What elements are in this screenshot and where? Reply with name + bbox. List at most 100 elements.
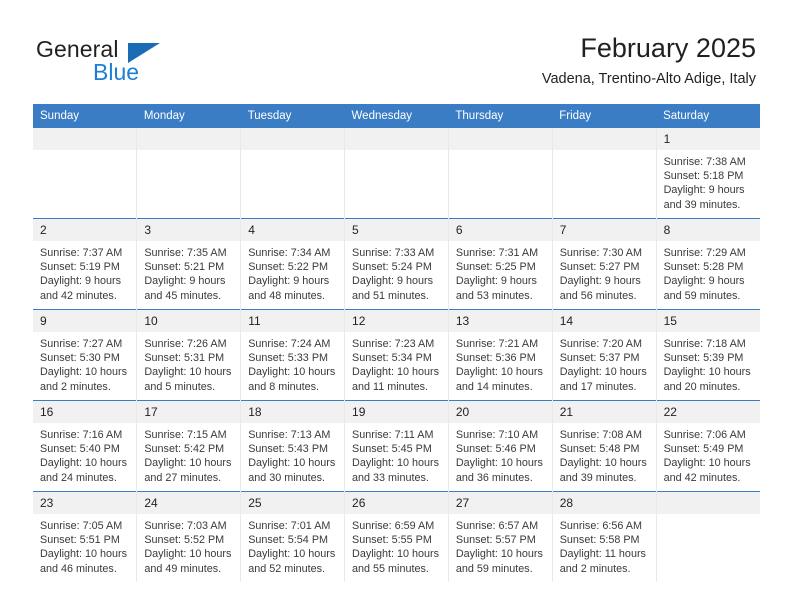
calendar-day-cell[interactable]: 13 Sunrise: 7:21 AM Sunset: 5:36 PM Dayligh… [447, 309, 553, 401]
day-details: Sunrise: 7:20 AM Sunset: 5:37 PM Daylight:… [553, 332, 656, 394]
sunset-text: Sunset: 5:42 PM [144, 443, 225, 456]
calendar-day-cell[interactable]: 26 Sunrise: 6:59 AM Sunset: 5:55 PM Dayligh… [344, 491, 449, 582]
weekday-header-wednesday: Wednesday [344, 104, 449, 128]
sunset-text: Sunset: 5:25 PM [455, 261, 536, 274]
weekday-header-sunday: Sunday [33, 104, 137, 128]
calendar-day-cell[interactable]: 4 Sunrise: 7:34 AM Sunset: 5:22 PM Daylight… [240, 218, 345, 310]
calendar-day-cell[interactable]: 18 Sunrise: 7:13 AM Sunset: 5:43 PM Dayligh… [240, 400, 345, 492]
sunrise-text: Sunrise: 7:33 AM [352, 247, 435, 259]
day-number: 25 [241, 492, 345, 514]
day-number [33, 128, 137, 150]
calendar-table: Sunday Monday Tuesday Wednesday Thursday Frid… [33, 104, 760, 582]
weekday-header-friday: Friday [552, 104, 657, 128]
daylight-text: Daylight: 10 hours and 27 minutes. [144, 457, 232, 484]
calendar-day-cell[interactable]: 21 Sunrise: 7:08 AM Sunset: 5:48 PM Dayligh… [551, 400, 657, 492]
day-details: Sunrise: 7:16 AM Sunset: 5:40 PM Daylight:… [33, 423, 136, 485]
calendar-day-cell[interactable]: 27 Sunrise: 6:57 AM Sunset: 5:57 PM Dayligh… [447, 491, 553, 582]
day-details: Sunrise: 7:08 AM Sunset: 5:48 PM Daylight:… [553, 423, 656, 485]
day-number: 22 [656, 401, 760, 423]
calendar-day-cell[interactable]: 22 Sunrise: 7:06 AM Sunset: 5:49 PM Dayligh… [655, 400, 760, 492]
calendar-day-cell[interactable]: 8 Sunrise: 7:29 AM Sunset: 5:28 PM Daylight… [655, 218, 760, 310]
day-details: Sunrise: 7:24 AM Sunset: 5:33 PM Daylight:… [241, 332, 344, 394]
day-number: 17 [137, 401, 241, 423]
sunset-text: Sunset: 5:51 PM [40, 534, 120, 547]
sunset-text: Sunset: 5:30 PM [40, 352, 120, 365]
sunrise-text: Sunrise: 7:37 AM [40, 247, 123, 259]
general-blue-logo[interactable]: General Blue [36, 36, 236, 88]
calendar-day-cell-empty [551, 128, 657, 219]
sunset-text: Sunset: 5:43 PM [248, 443, 329, 456]
daylight-text: Daylight: 10 hours and 49 minutes. [144, 548, 232, 575]
sunrise-text: Sunrise: 6:57 AM [455, 520, 539, 532]
day-details: Sunrise: 7:10 AM Sunset: 5:46 PM Daylight:… [449, 423, 552, 485]
calendar-day-cell[interactable]: 2 Sunrise: 7:37 AM Sunset: 5:19 PM Daylight… [33, 218, 137, 310]
calendar-day-cell[interactable]: 15 Sunrise: 7:18 AM Sunset: 5:39 PM Dayligh… [655, 309, 760, 401]
calendar-day-cell-empty [447, 128, 553, 219]
sunrise-text: Sunrise: 7:10 AM [455, 429, 539, 441]
calendar-week-row: 2 Sunrise: 7:37 AM Sunset: 5:19 PM Daylight… [33, 218, 760, 310]
day-details: Sunrise: 7:21 AM Sunset: 5:36 PM Daylight:… [449, 332, 552, 394]
daylight-text: Daylight: 10 hours and 55 minutes. [352, 548, 440, 575]
day-details: Sunrise: 7:38 AM Sunset: 5:18 PM Daylight:… [657, 150, 760, 212]
day-number: 24 [137, 492, 241, 514]
calendar-day-cell[interactable]: 6 Sunrise: 7:31 AM Sunset: 5:25 PM Daylight… [447, 218, 553, 310]
sunset-text: Sunset: 5:19 PM [40, 261, 120, 274]
daylight-text: Daylight: 10 hours and 30 minutes. [248, 457, 336, 484]
day-number: 27 [448, 492, 552, 514]
day-number: 5 [345, 219, 448, 241]
day-number: 26 [345, 492, 448, 514]
calendar-day-cell[interactable]: 14 Sunrise: 7:20 AM Sunset: 5:37 PM Dayligh… [551, 309, 657, 401]
sunset-text: Sunset: 5:31 PM [144, 352, 225, 365]
sunset-text: Sunset: 5:18 PM [663, 170, 744, 183]
day-number: 6 [448, 219, 552, 241]
calendar-day-cell[interactable]: 5 Sunrise: 7:33 AM Sunset: 5:24 PM Daylight… [344, 218, 449, 310]
sunset-text: Sunset: 5:39 PM [663, 352, 744, 365]
calendar-day-cell[interactable]: 1 Sunrise: 7:38 AM Sunset: 5:18 PM Daylight… [655, 128, 760, 219]
day-details: Sunrise: 7:06 AM Sunset: 5:49 PM Daylight:… [657, 423, 760, 485]
day-details: Sunrise: 7:23 AM Sunset: 5:34 PM Daylight:… [345, 332, 448, 394]
sunrise-text: Sunrise: 7:08 AM [559, 429, 642, 441]
weekday-header-tuesday: Tuesday [240, 104, 345, 128]
calendar-day-cell[interactable]: 11 Sunrise: 7:24 AM Sunset: 5:33 PM Dayligh… [240, 309, 345, 401]
calendar-day-cell[interactable]: 7 Sunrise: 7:30 AM Sunset: 5:27 PM Daylight… [551, 218, 657, 310]
calendar-day-cell[interactable]: 25 Sunrise: 7:01 AM Sunset: 5:54 PM Dayligh… [240, 491, 345, 582]
day-number: 13 [448, 310, 552, 332]
sunset-text: Sunset: 5:40 PM [40, 443, 120, 456]
sunset-text: Sunset: 5:36 PM [455, 352, 536, 365]
daylight-text: Daylight: 10 hours and 59 minutes. [455, 548, 543, 575]
calendar-day-cell[interactable]: 10 Sunrise: 7:26 AM Sunset: 5:31 PM Dayligh… [136, 309, 241, 401]
daylight-text: Daylight: 9 hours and 48 minutes. [248, 275, 330, 302]
day-details: Sunrise: 6:59 AM Sunset: 5:55 PM Daylight:… [345, 514, 448, 576]
calendar-day-cell[interactable]: 23 Sunrise: 7:05 AM Sunset: 5:51 PM Dayligh… [33, 491, 137, 582]
sunrise-text: Sunrise: 7:34 AM [248, 247, 331, 259]
day-details: Sunrise: 7:31 AM Sunset: 5:25 PM Daylight:… [449, 241, 552, 303]
calendar-day-cell[interactable]: 12 Sunrise: 7:23 AM Sunset: 5:34 PM Dayligh… [344, 309, 449, 401]
sunrise-text: Sunrise: 7:29 AM [663, 247, 746, 259]
calendar-day-cell[interactable]: 19 Sunrise: 7:11 AM Sunset: 5:45 PM Dayligh… [344, 400, 449, 492]
day-number: 10 [137, 310, 241, 332]
sunrise-text: Sunrise: 7:13 AM [248, 429, 331, 441]
day-number: 3 [137, 219, 241, 241]
calendar-day-cell[interactable]: 17 Sunrise: 7:15 AM Sunset: 5:42 PM Dayligh… [136, 400, 241, 492]
calendar-day-cell[interactable]: 9 Sunrise: 7:27 AM Sunset: 5:30 PM Daylight… [33, 309, 137, 401]
day-details: Sunrise: 6:56 AM Sunset: 5:58 PM Daylight:… [553, 514, 656, 576]
calendar-day-cell[interactable]: 28 Sunrise: 6:56 AM Sunset: 5:58 PM Dayligh… [551, 491, 657, 582]
calendar-day-cell-empty [136, 128, 241, 219]
sunrise-text: Sunrise: 7:16 AM [40, 429, 123, 441]
weekday-header-monday: Monday [136, 104, 241, 128]
day-number: 4 [241, 219, 345, 241]
calendar-day-cell[interactable]: 24 Sunrise: 7:03 AM Sunset: 5:52 PM Dayligh… [136, 491, 241, 582]
day-details: Sunrise: 7:37 AM Sunset: 5:19 PM Daylight:… [33, 241, 136, 303]
day-number: 11 [241, 310, 345, 332]
calendar-day-cell[interactable]: 20 Sunrise: 7:10 AM Sunset: 5:46 PM Dayligh… [447, 400, 553, 492]
title-block: February 2025 Vadena, Trentino-Alto Adig… [542, 32, 756, 88]
daylight-text: Daylight: 9 hours and 53 minutes. [455, 275, 537, 302]
sunset-text: Sunset: 5:24 PM [352, 261, 432, 274]
day-details: Sunrise: 7:27 AM Sunset: 5:30 PM Daylight:… [33, 332, 136, 394]
calendar-day-cell[interactable]: 16 Sunrise: 7:16 AM Sunset: 5:40 PM Dayligh… [33, 400, 137, 492]
day-number: 14 [552, 310, 656, 332]
calendar-day-cell[interactable]: 3 Sunrise: 7:35 AM Sunset: 5:21 PM Daylight… [136, 218, 241, 310]
sunset-text: Sunset: 5:48 PM [559, 443, 640, 456]
day-details: Sunrise: 7:03 AM Sunset: 5:52 PM Daylight:… [137, 514, 240, 576]
daylight-text: Daylight: 9 hours and 51 minutes. [352, 275, 434, 302]
